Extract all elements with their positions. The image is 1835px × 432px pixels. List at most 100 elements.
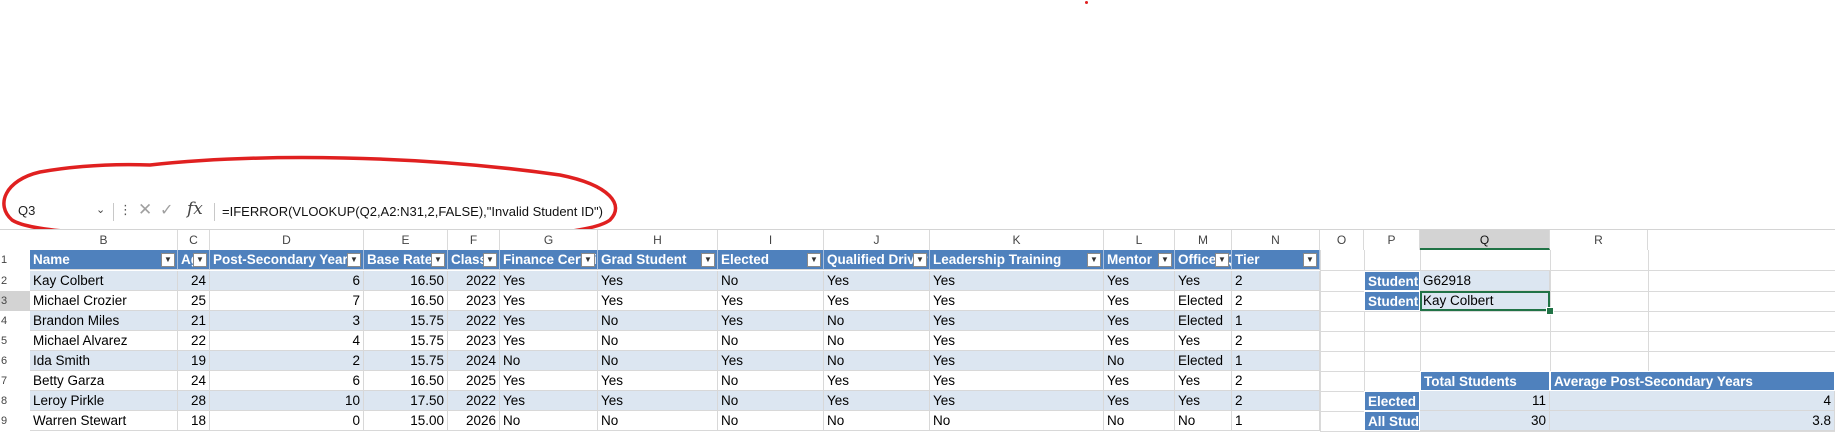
table-cell[interactable]: Yes (1175, 271, 1232, 291)
table-cell[interactable]: Yes (930, 271, 1104, 291)
table-cell[interactable]: 18 (178, 411, 210, 431)
table-cell[interactable]: Yes (824, 291, 930, 311)
table-cell[interactable]: 2 (1232, 331, 1320, 351)
insert-function-icon[interactable]: fx (187, 199, 203, 219)
table-cell[interactable]: Yes (1175, 391, 1232, 411)
table-cell[interactable]: Yes (1104, 311, 1175, 331)
table-header-cell[interactable]: Age▼ (178, 250, 210, 270)
column-header-g[interactable]: G (500, 230, 598, 250)
summary-total-value[interactable]: 11 (1420, 391, 1550, 411)
filter-dropdown-icon[interactable]: ▼ (913, 253, 927, 267)
table-cell[interactable]: 6 (210, 371, 364, 391)
table-cell[interactable]: Yes (598, 391, 718, 411)
table-cell[interactable]: 2 (1232, 291, 1320, 311)
summary-avg-value[interactable]: 4 (1550, 391, 1835, 411)
table-cell[interactable]: Yes (1104, 291, 1175, 311)
table-cell[interactable]: Yes (1104, 331, 1175, 351)
column-header-f[interactable]: F (448, 230, 500, 250)
table-cell[interactable]: Yes (718, 291, 824, 311)
table-header-cell[interactable]: Leadership Training ▼ (930, 250, 1104, 270)
filter-dropdown-icon[interactable]: ▼ (1215, 253, 1229, 267)
table-cell[interactable]: 6 (210, 271, 364, 291)
row-header-3[interactable]: 3 (0, 291, 30, 311)
formula-input[interactable]: =IFERROR(VLOOKUP(Q2,A2:N31,2,FALSE),"Inv… (222, 201, 603, 223)
table-cell[interactable]: Elected (1175, 291, 1232, 311)
table-cell[interactable]: Yes (930, 291, 1104, 311)
table-cell[interactable]: Yes (824, 271, 930, 291)
table-cell[interactable]: 16.50 (364, 371, 448, 391)
table-cell[interactable]: Yes (930, 311, 1104, 331)
table-cell[interactable]: 15.75 (364, 351, 448, 371)
table-cell[interactable]: Leroy Pirkle (30, 391, 178, 411)
table-header-cell[interactable]: Grad Student ▼ (598, 250, 718, 270)
student-name-cell[interactable]: Kay Colbert (1420, 291, 1550, 311)
table-cell[interactable]: No (598, 311, 718, 331)
table-cell[interactable]: Elected (1175, 311, 1232, 331)
table-cell[interactable]: No (598, 331, 718, 351)
column-header-l[interactable]: L (1104, 230, 1175, 250)
filter-dropdown-icon[interactable]: ▼ (161, 253, 175, 267)
table-cell[interactable]: 28 (178, 391, 210, 411)
table-cell[interactable]: No (930, 411, 1104, 431)
table-cell[interactable]: No (718, 271, 824, 291)
table-header-cell[interactable]: Name ▼ (30, 250, 178, 270)
column-header-c[interactable]: C (178, 230, 210, 250)
row-header-2[interactable]: 2 (0, 271, 30, 291)
row-header-5[interactable]: 5 (0, 331, 30, 351)
row-header-7[interactable]: 7 (0, 371, 30, 391)
table-cell[interactable]: Yes (500, 331, 598, 351)
table-cell[interactable]: 2 (210, 351, 364, 371)
table-cell[interactable]: 10 (210, 391, 364, 411)
column-header-i[interactable]: I (718, 230, 824, 250)
table-cell[interactable]: 24 (178, 271, 210, 291)
table-cell[interactable]: Yes (598, 271, 718, 291)
table-cell[interactable]: 16.50 (364, 291, 448, 311)
table-cell[interactable]: Yes (930, 331, 1104, 351)
table-cell[interactable]: 15.75 (364, 331, 448, 351)
table-cell[interactable]: 1 (1232, 411, 1320, 431)
table-cell[interactable]: 2022 (448, 311, 500, 331)
row-header-1[interactable]: 1 (0, 250, 30, 270)
table-cell[interactable]: No (598, 411, 718, 431)
column-header-k[interactable]: K (930, 230, 1104, 250)
table-cell[interactable]: No (1175, 411, 1232, 431)
table-cell[interactable]: No (718, 391, 824, 411)
table-cell[interactable]: 25 (178, 291, 210, 311)
table-header-cell[interactable]: Class ▼ (448, 250, 500, 270)
table-cell[interactable]: 2022 (448, 271, 500, 291)
table-cell[interactable]: 15.75 (364, 311, 448, 331)
filter-dropdown-icon[interactable]: ▼ (431, 253, 445, 267)
column-header-n[interactable]: N (1232, 230, 1320, 250)
table-cell[interactable]: 17.50 (364, 391, 448, 411)
summary-avg-value[interactable]: 3.8 (1550, 411, 1835, 431)
table-cell[interactable]: Yes (598, 371, 718, 391)
filter-dropdown-icon[interactable]: ▼ (701, 253, 715, 267)
filter-dropdown-icon[interactable]: ▼ (347, 253, 361, 267)
row-header-4[interactable]: 4 (0, 311, 30, 331)
table-cell[interactable]: Betty Garza (30, 371, 178, 391)
table-header-cell[interactable]: Elected ▼ (718, 250, 824, 270)
column-header-b[interactable]: B (30, 230, 178, 250)
table-cell[interactable]: 22 (178, 331, 210, 351)
table-header-cell[interactable]: Base Rate ▼ (364, 250, 448, 270)
table-cell[interactable]: 1 (1232, 311, 1320, 331)
table-cell[interactable]: 2 (1232, 371, 1320, 391)
table-header-cell[interactable]: Officer Qualified▼ (1175, 250, 1232, 270)
table-cell[interactable]: Michael Crozier (30, 291, 178, 311)
table-cell[interactable]: Yes (1104, 391, 1175, 411)
row-header-8[interactable]: 8 (0, 391, 30, 411)
table-cell[interactable]: No (718, 371, 824, 391)
table-cell[interactable]: Yes (824, 391, 930, 411)
table-cell[interactable]: 0 (210, 411, 364, 431)
table-cell[interactable]: Elected (1175, 351, 1232, 371)
name-box[interactable]: Q3 (12, 200, 104, 222)
filter-dropdown-icon[interactable]: ▼ (193, 253, 207, 267)
column-header-j[interactable]: J (824, 230, 930, 250)
filter-dropdown-icon[interactable]: ▼ (807, 253, 821, 267)
table-cell[interactable]: No (824, 351, 930, 371)
table-cell[interactable]: Yes (718, 351, 824, 371)
column-header-q[interactable]: Q (1420, 230, 1550, 250)
enter-check-icon[interactable]: ✓ (160, 200, 173, 220)
table-cell[interactable]: 15.00 (364, 411, 448, 431)
table-cell[interactable]: 2023 (448, 291, 500, 311)
